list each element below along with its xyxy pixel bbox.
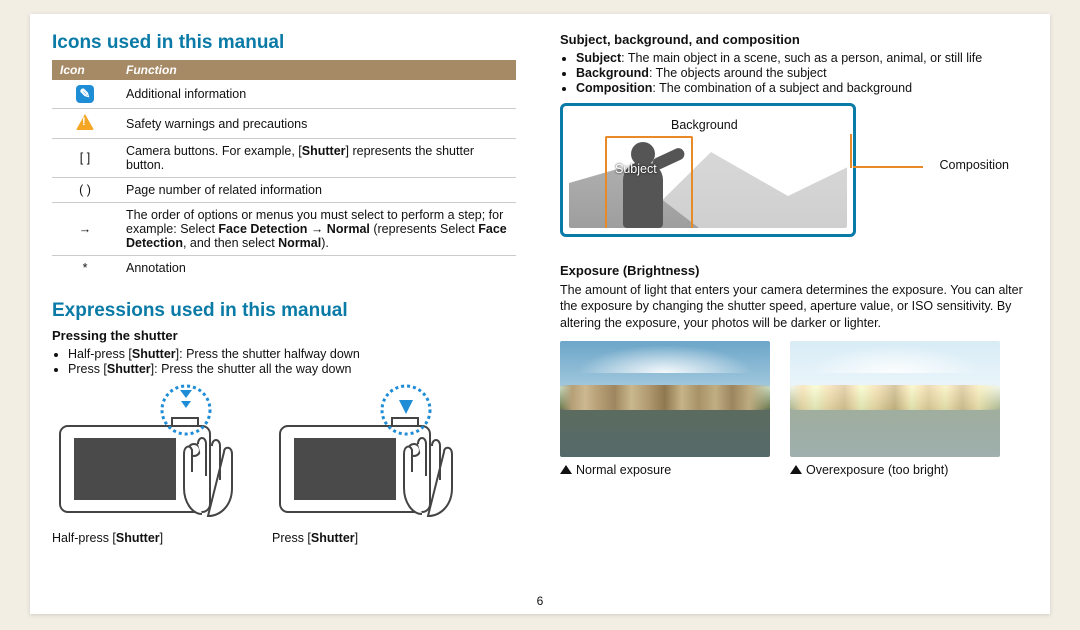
caption-normal: Normal exposure bbox=[560, 463, 770, 477]
normal-exposure-block: Normal exposure bbox=[560, 341, 770, 477]
table-header-row: Icon Function bbox=[52, 60, 516, 80]
half-press-figure: Half-press [Shutter] bbox=[52, 384, 242, 545]
icons-table: Icon Function Additional information Saf… bbox=[52, 60, 516, 280]
page-number: 6 bbox=[30, 594, 1050, 608]
cell-arrow: The order of options or menus you must s… bbox=[118, 203, 516, 256]
callout-line bbox=[853, 166, 923, 168]
exposure-paragraph: The amount of light that enters your cam… bbox=[560, 282, 1024, 331]
label-subject: Subject bbox=[615, 162, 657, 176]
cell-star: Annotation bbox=[118, 256, 516, 281]
table-row: Safety warnings and precautions bbox=[52, 109, 516, 139]
left-column: Icons used in this manual Icon Function … bbox=[30, 14, 538, 614]
label-composition: Composition bbox=[940, 158, 1009, 172]
caption-full-press: Press [Shutter] bbox=[272, 531, 462, 545]
cell-info: Additional information bbox=[118, 80, 516, 109]
camera-half-press-icon bbox=[52, 384, 242, 524]
sbc-list: Subject: The main object in a scene, suc… bbox=[560, 51, 1024, 95]
paren-icon: ( ) bbox=[52, 178, 118, 203]
manual-page: Icons used in this manual Icon Function … bbox=[30, 14, 1050, 614]
warning-icon bbox=[76, 114, 94, 130]
full-press-figure: Press [Shutter] bbox=[272, 384, 462, 545]
composition-diagram: Background Subject Composition bbox=[560, 103, 856, 237]
triangle-up-icon bbox=[790, 465, 802, 474]
table-row: → The order of options or menus you must… bbox=[52, 203, 516, 256]
table-row: ( ) Page number of related information bbox=[52, 178, 516, 203]
camera-illustration-row: Half-press [Shutter] Press [Shutter] bbox=[52, 384, 516, 545]
cell-warn: Safety warnings and precautions bbox=[118, 109, 516, 139]
cell-bracket: Camera buttons. For example, [Shutter] r… bbox=[118, 139, 516, 178]
cell-paren: Page number of related information bbox=[118, 178, 516, 203]
subheading-pressing: Pressing the shutter bbox=[52, 328, 516, 343]
exposure-row: Normal exposure Overexposure (too bright… bbox=[560, 341, 1024, 477]
list-item: Background: The objects around the subje… bbox=[576, 66, 1024, 80]
info-icon bbox=[76, 85, 94, 103]
triangle-up-icon bbox=[560, 465, 572, 474]
subject-frame bbox=[605, 136, 693, 228]
arrow-icon: → bbox=[52, 203, 118, 256]
heading-icons: Icons used in this manual bbox=[52, 32, 516, 54]
list-item: Composition: The combination of a subjec… bbox=[576, 81, 1024, 95]
pressing-list: Half-press [Shutter]: Press the shutter … bbox=[52, 347, 516, 376]
table-row: [ ] Camera buttons. For example, [Shutte… bbox=[52, 139, 516, 178]
table-row: Additional information bbox=[52, 80, 516, 109]
right-column: Subject, background, and composition Sub… bbox=[538, 14, 1046, 614]
caption-half-press: Half-press [Shutter] bbox=[52, 531, 242, 545]
camera-full-press-icon bbox=[272, 384, 462, 524]
caption-over: Overexposure (too bright) bbox=[790, 463, 1000, 477]
photo-normal-exposure bbox=[560, 341, 770, 457]
star-icon: * bbox=[52, 256, 118, 281]
label-background: Background bbox=[671, 118, 738, 132]
list-item: Half-press [Shutter]: Press the shutter … bbox=[68, 347, 516, 361]
table-row: * Annotation bbox=[52, 256, 516, 281]
bracket-icon: [ ] bbox=[52, 139, 118, 178]
th-function: Function bbox=[118, 60, 516, 80]
overexposure-block: Overexposure (too bright) bbox=[790, 341, 1000, 477]
th-icon: Icon bbox=[52, 60, 118, 80]
subheading-sbc: Subject, background, and composition bbox=[560, 32, 1024, 47]
list-item: Subject: The main object in a scene, suc… bbox=[576, 51, 1024, 65]
subheading-exposure: Exposure (Brightness) bbox=[560, 263, 1024, 278]
list-item: Press [Shutter]: Press the shutter all t… bbox=[68, 362, 516, 376]
heading-expressions: Expressions used in this manual bbox=[52, 300, 516, 322]
photo-overexposure bbox=[790, 341, 1000, 457]
